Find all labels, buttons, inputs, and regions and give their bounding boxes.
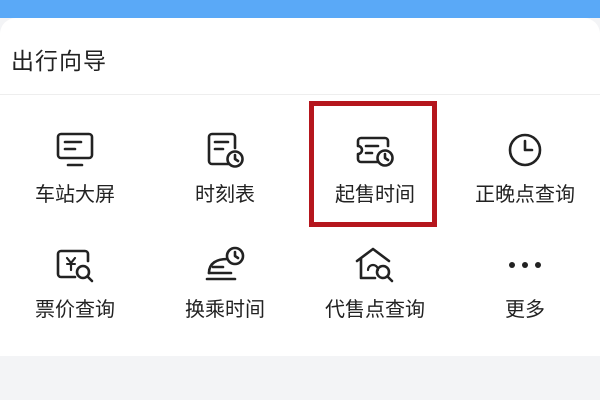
tile-label: 时刻表: [195, 182, 255, 206]
tile-sale-time[interactable]: 起售时间: [300, 100, 450, 222]
price-search-icon: [53, 243, 97, 287]
agency-search-icon: [353, 243, 397, 287]
tile-label: 换乘时间: [185, 297, 265, 321]
timetable-icon: [203, 128, 247, 172]
tile-label: 起售时间: [335, 182, 415, 206]
tile-label: 更多: [505, 297, 545, 321]
status-bar-strip: [0, 0, 600, 18]
train-clock-icon: [203, 243, 247, 287]
section-title: 出行向导: [11, 49, 107, 75]
tile-label: 代售点查询: [325, 297, 425, 321]
tile-transfer-time[interactable]: 换乘时间: [150, 217, 300, 339]
tile-timetable[interactable]: 时刻表: [150, 100, 300, 222]
clock-icon: [503, 128, 547, 172]
more-dots-icon: [503, 243, 547, 287]
monitor-icon: [53, 128, 97, 172]
tile-label: 票价查询: [35, 297, 115, 321]
section-divider: [0, 94, 600, 95]
page-background-bottom: [0, 356, 600, 400]
tile-label: 正晚点查询: [475, 182, 575, 206]
ticket-clock-icon: [353, 128, 397, 172]
tile-label: 车站大屏: [35, 182, 115, 206]
tile-delay-query[interactable]: 正晚点查询: [450, 100, 600, 222]
tile-station-screen[interactable]: 车站大屏: [0, 100, 150, 222]
tile-fare-query[interactable]: 票价查询: [0, 217, 150, 339]
tile-more[interactable]: 更多: [450, 217, 600, 339]
tile-agency-query[interactable]: 代售点查询: [300, 217, 450, 339]
